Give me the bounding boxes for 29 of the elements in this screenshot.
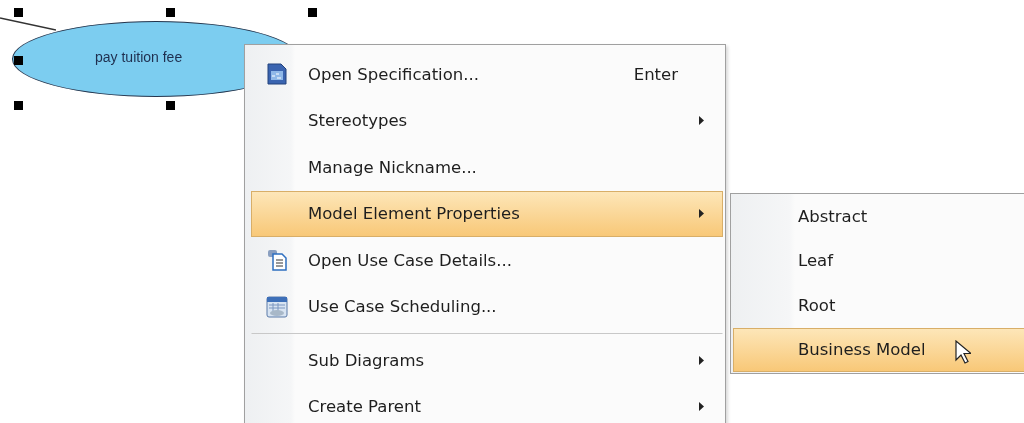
menu-item[interactable]: Abstract bbox=[733, 194, 1024, 239]
selection-handle[interactable] bbox=[14, 101, 23, 110]
menu-item[interactable]: Sub Diagrams bbox=[251, 333, 723, 383]
use-case-label: pay tuition fee bbox=[95, 49, 183, 65]
selection-handle[interactable] bbox=[14, 56, 23, 65]
mouse-pointer-icon bbox=[955, 340, 971, 364]
menu-item[interactable]: Open Specification... Enter bbox=[251, 51, 723, 98]
shortcut-text: Enter bbox=[633, 64, 678, 84]
menu-item[interactable]: Create Parent bbox=[251, 383, 723, 423]
menu-item[interactable]: Manage Nickname... bbox=[251, 144, 723, 191]
menu-item[interactable]: Leaf bbox=[733, 238, 1024, 283]
selection-handle[interactable] bbox=[166, 101, 175, 110]
selection-handle[interactable] bbox=[166, 8, 175, 17]
specification-icon bbox=[267, 63, 287, 86]
association-line bbox=[0, 17, 56, 31]
submenu-arrow-icon bbox=[699, 355, 704, 365]
submenu-arrow-icon bbox=[699, 209, 704, 219]
menu-item[interactable]: Business Model bbox=[733, 327, 1024, 372]
menu-item[interactable]: Model Element Properties bbox=[251, 190, 723, 237]
submenu-arrow-icon bbox=[699, 116, 704, 126]
documents-icon bbox=[267, 249, 287, 272]
submenu-arrow-icon bbox=[699, 401, 704, 411]
menu-item[interactable]: Use Case Scheduling... bbox=[251, 283, 723, 330]
menu-item[interactable]: Open Use Case Details... bbox=[251, 237, 723, 284]
calendar-icon bbox=[266, 295, 288, 318]
selection-handle[interactable] bbox=[308, 8, 317, 17]
menu-item[interactable]: Stereotypes bbox=[251, 97, 723, 144]
menu-item[interactable]: Root bbox=[733, 283, 1024, 328]
selection-handle[interactable] bbox=[14, 8, 23, 17]
